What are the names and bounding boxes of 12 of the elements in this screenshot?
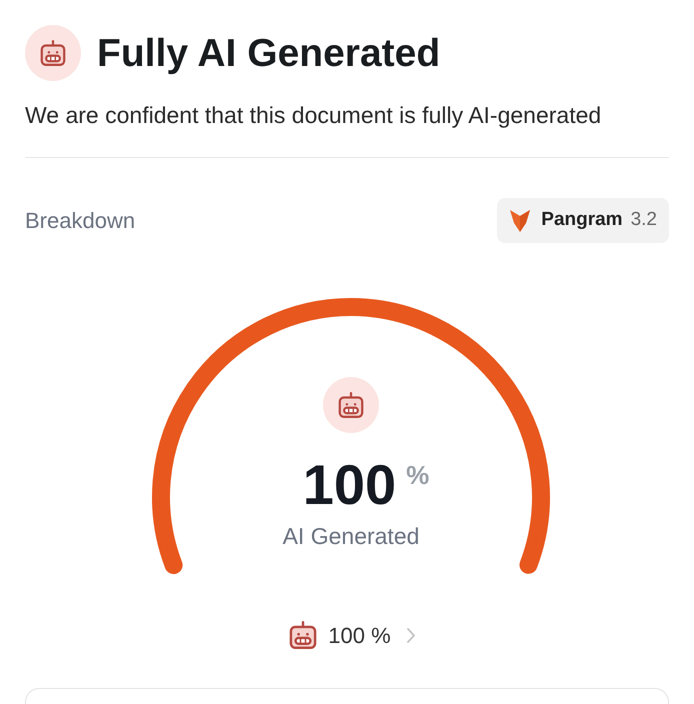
score-unit: % (406, 462, 430, 488)
segment-row[interactable]: 100 % (285, 618, 417, 652)
result-title: Fully AI Generated (97, 34, 440, 72)
model-version: 3.2 (630, 208, 657, 232)
fox-logo-icon (509, 208, 532, 232)
model-name: Pangram (541, 208, 623, 232)
score-value: 100 (302, 457, 396, 513)
robot-icon (289, 621, 318, 649)
chevron-right-icon (406, 628, 415, 642)
score-label: AI Generated (282, 522, 420, 550)
breakdown-label: Breakdown (25, 207, 136, 235)
result-description: We are confident that this document is fully AI-generated (25, 101, 602, 129)
